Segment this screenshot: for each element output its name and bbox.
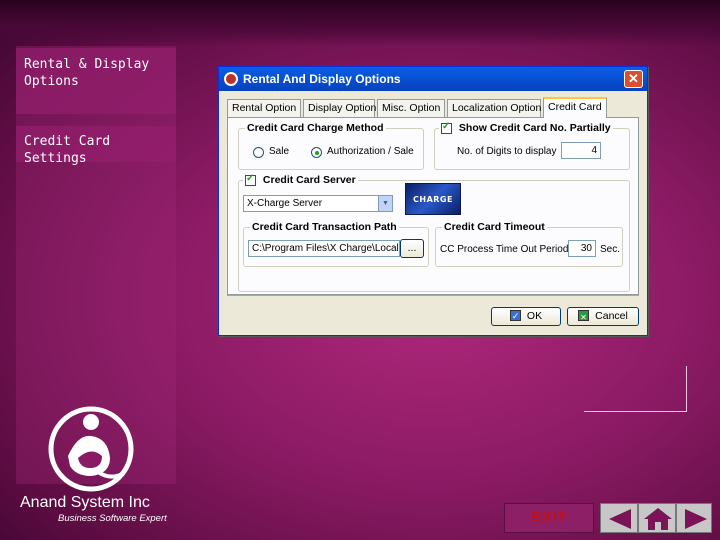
next-button[interactable] — [676, 503, 712, 533]
credit-card-panel: Credit Card Charge Method Sale Authoriza… — [227, 117, 639, 295]
ok-button[interactable]: OK — [491, 307, 561, 326]
tab-display-option[interactable]: Display Option — [303, 99, 376, 117]
timeout-field-label: CC Process Time Out Period — [440, 244, 569, 255]
app-icon — [224, 72, 238, 86]
top-band — [0, 0, 720, 46]
sidebar-item-credit-card-settings[interactable]: Credit Card Settings — [16, 126, 176, 166]
decorative-line — [584, 411, 687, 412]
show-partially-group: Show Credit Card No. Partially No. of Di… — [434, 121, 630, 170]
right-arrow-icon — [685, 509, 707, 529]
decorative-line — [686, 366, 687, 412]
company-name: Anand System Inc — [20, 494, 150, 511]
sidebar-item-label: Credit Card Settings — [24, 134, 111, 166]
transaction-path-input[interactable]: C:\Program Files\X Charge\Local — [248, 240, 400, 257]
server-select[interactable]: X-Charge Server ▼ — [243, 195, 393, 212]
cancel-icon — [578, 309, 590, 326]
left-arrow-icon — [609, 509, 631, 529]
browse-button[interactable]: ... — [400, 239, 424, 258]
charge-method-label: Credit Card Charge Method — [245, 122, 386, 134]
charge-method-group: Credit Card Charge Method Sale Authoriza… — [238, 122, 424, 170]
tab-rental-option[interactable]: Rental Option — [227, 99, 301, 117]
sale-radio-label: Sale — [269, 146, 290, 157]
sale-radio[interactable] — [253, 147, 264, 158]
authorization-sale-radio[interactable] — [311, 147, 322, 158]
server-header: Credit Card Server — [243, 173, 358, 186]
digits-input[interactable]: 4 — [561, 142, 601, 159]
sidebar-item-rental-display-options[interactable]: Rental & Display Options — [16, 48, 176, 114]
company-tagline: Business Software Expert — [58, 513, 167, 524]
authorization-sale-radio-label: Authorization / Sale — [327, 146, 414, 157]
exit-button[interactable]: EXIT — [504, 503, 594, 533]
previous-button[interactable] — [600, 503, 638, 533]
dialog-titlebar[interactable]: Rental And Display Options ✕ — [219, 67, 647, 91]
transaction-path-label: Credit Card Transaction Path — [250, 221, 399, 233]
credit-card-server-group: Credit Card Server X-Charge Server ▼ CHA… — [238, 173, 630, 292]
server-select-value: X-Charge Server — [247, 198, 323, 209]
server-label: Credit Card Server — [262, 174, 356, 186]
show-partially-label: Show Credit Card No. Partially — [458, 122, 611, 134]
chevron-down-icon[interactable]: ▼ — [378, 196, 392, 211]
show-partially-checkbox[interactable] — [441, 121, 452, 134]
ok-label: OK — [526, 310, 543, 322]
options-dialog: Rental And Display Options ✕ Rental Opti… — [218, 66, 648, 336]
timeout-group: Credit Card Timeout CC Process Time Out … — [435, 221, 623, 267]
check-icon — [509, 308, 521, 325]
tab-misc-option[interactable]: Misc. Option — [377, 99, 445, 117]
timeout-input[interactable]: 30 — [568, 240, 596, 257]
home-button[interactable] — [638, 503, 676, 533]
close-button[interactable]: ✕ — [624, 70, 643, 88]
sidebar-item-label: Rental & Display Options — [24, 57, 150, 89]
tab-localization-option[interactable]: Localization Option — [447, 99, 541, 117]
home-icon — [644, 508, 672, 530]
cancel-button[interactable]: Cancel — [567, 307, 639, 326]
dialog-title: Rental And Display Options — [243, 72, 401, 86]
x-charge-logo: CHARGE — [405, 183, 461, 215]
transaction-path-group: Credit Card Transaction Path C:\Program … — [243, 221, 429, 267]
tab-credit-card[interactable]: Credit Card — [543, 97, 607, 118]
timeout-unit: Sec. — [600, 244, 621, 255]
show-partially-header: Show Credit Card No. Partially — [439, 121, 613, 134]
timeout-label: Credit Card Timeout — [442, 221, 547, 233]
company-logo — [48, 406, 134, 492]
cancel-label: Cancel — [595, 310, 628, 322]
server-checkbox[interactable] — [245, 173, 256, 186]
divider — [227, 295, 639, 296]
digits-label: No. of Digits to display — [457, 146, 557, 157]
